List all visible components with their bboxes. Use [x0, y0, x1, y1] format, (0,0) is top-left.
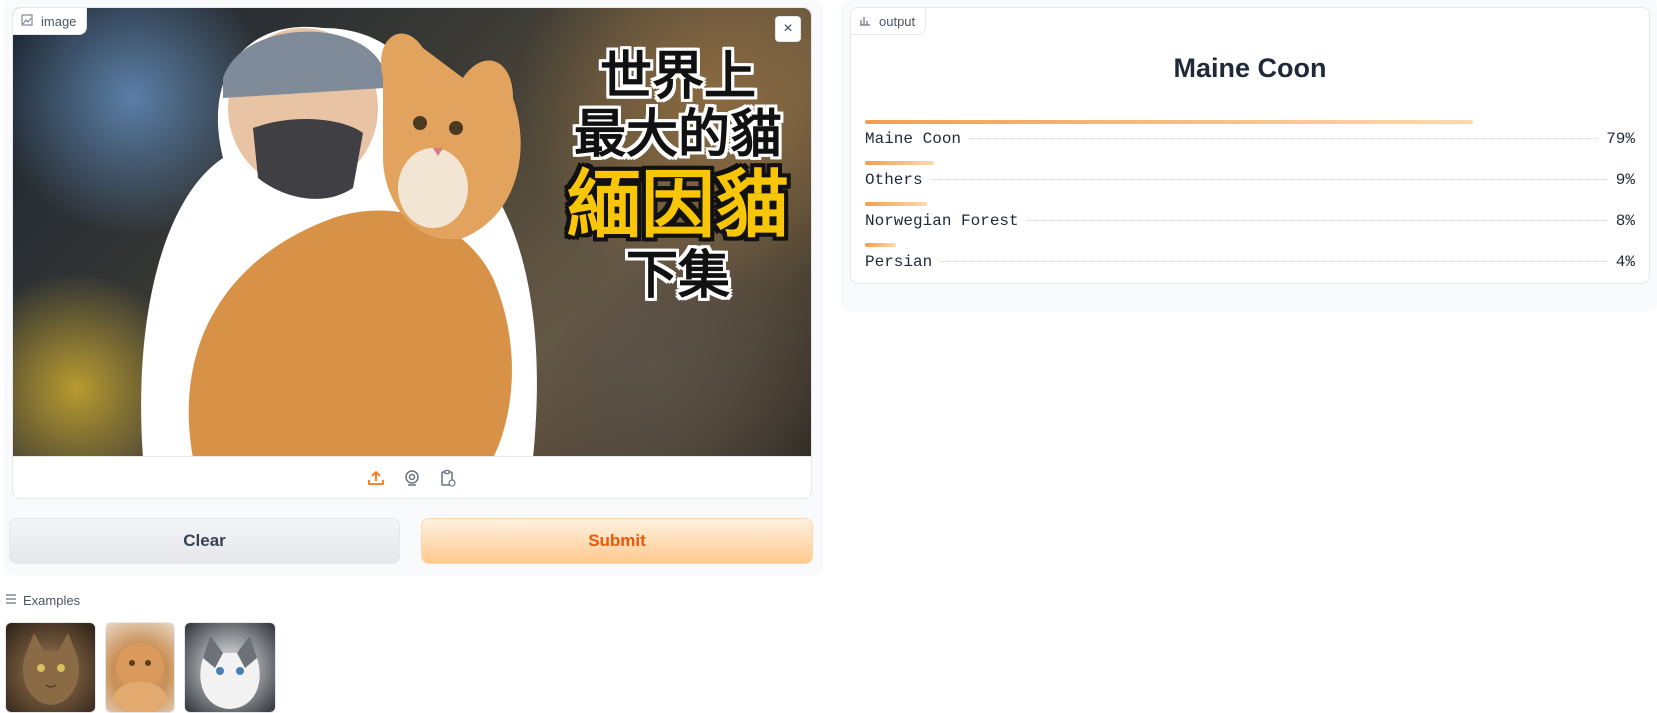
image-label-text: image: [41, 13, 77, 29]
cat-face-icon: [200, 635, 260, 709]
submit-button[interactable]: Submit: [421, 518, 813, 564]
image-icon: [21, 14, 33, 29]
uploaded-image[interactable]: 世界上 最大的貓 緬因貓 下集 ×: [13, 8, 811, 456]
confidence-value: 79%: [1606, 130, 1635, 148]
dotted-leader: [930, 179, 1608, 180]
output-label-text: output: [879, 13, 916, 29]
examples-header: Examples: [5, 593, 80, 608]
confidence-label: Norwegian Forest: [865, 212, 1019, 230]
predicted-label: Maine Coon: [1173, 53, 1327, 83]
output-block-label: output: [851, 8, 927, 35]
caption-line-2: 最大的貓: [573, 105, 782, 166]
upload-icon[interactable]: [365, 467, 387, 489]
confidence-value: 4%: [1615, 253, 1635, 271]
caption-line-4: 下集: [625, 246, 730, 307]
output-block: output Maine Coon Maine Coon 79% Others …: [850, 7, 1650, 284]
close-icon: ×: [783, 20, 793, 37]
confidence-value: 8%: [1615, 212, 1635, 230]
confidence-row: Persian 4%: [865, 243, 1635, 284]
dotted-leader: [969, 138, 1599, 139]
image-input-block: image 世界上 最大的貓 緬因貓 下集 ×: [12, 7, 812, 499]
confidence-bar: [865, 161, 934, 165]
examples-label-text: Examples: [23, 593, 81, 608]
confidence-row: Others 9%: [865, 161, 1635, 202]
list-icon: [5, 593, 17, 608]
webcam-icon[interactable]: [401, 467, 423, 489]
overlay-caption: 世界上 最大的貓 緬因貓 下集: [548, 48, 808, 306]
bar-chart-icon: [859, 14, 871, 29]
confidence-bar: [865, 120, 1473, 124]
dotted-leader: [940, 261, 1608, 262]
example-ragdoll-thumbnail[interactable]: [184, 622, 276, 713]
confidence-label: Others: [865, 171, 923, 189]
caption-line-3: 緬因貓: [567, 162, 789, 249]
confidence-bar: [865, 243, 896, 247]
confidence-bar: [865, 202, 927, 206]
confidence-label: Persian: [865, 253, 933, 271]
cat-face-icon: [23, 633, 79, 705]
person-holding-cat-photo: [141, 26, 537, 456]
caption-line-1: 世界上: [599, 47, 756, 107]
clear-button[interactable]: Clear: [9, 518, 400, 564]
image-source-selector: [13, 456, 811, 499]
cat-face-icon: [114, 643, 166, 712]
example-persian-thumbnail[interactable]: [105, 622, 175, 713]
confidence-list: Maine Coon 79% Others 9% Norwegian Fores…: [865, 120, 1635, 284]
example-maine-coon-thumbnail[interactable]: [5, 622, 96, 713]
dotted-leader: [1026, 220, 1608, 221]
clear-image-button[interactable]: ×: [775, 16, 801, 42]
confidence-row: Norwegian Forest 8%: [865, 202, 1635, 243]
confidence-row: Maine Coon 79%: [865, 120, 1635, 161]
confidence-label: Maine Coon: [865, 130, 962, 148]
clipboard-icon[interactable]: [437, 467, 459, 489]
confidence-value: 9%: [1615, 171, 1635, 189]
image-block-label: image: [13, 8, 88, 35]
